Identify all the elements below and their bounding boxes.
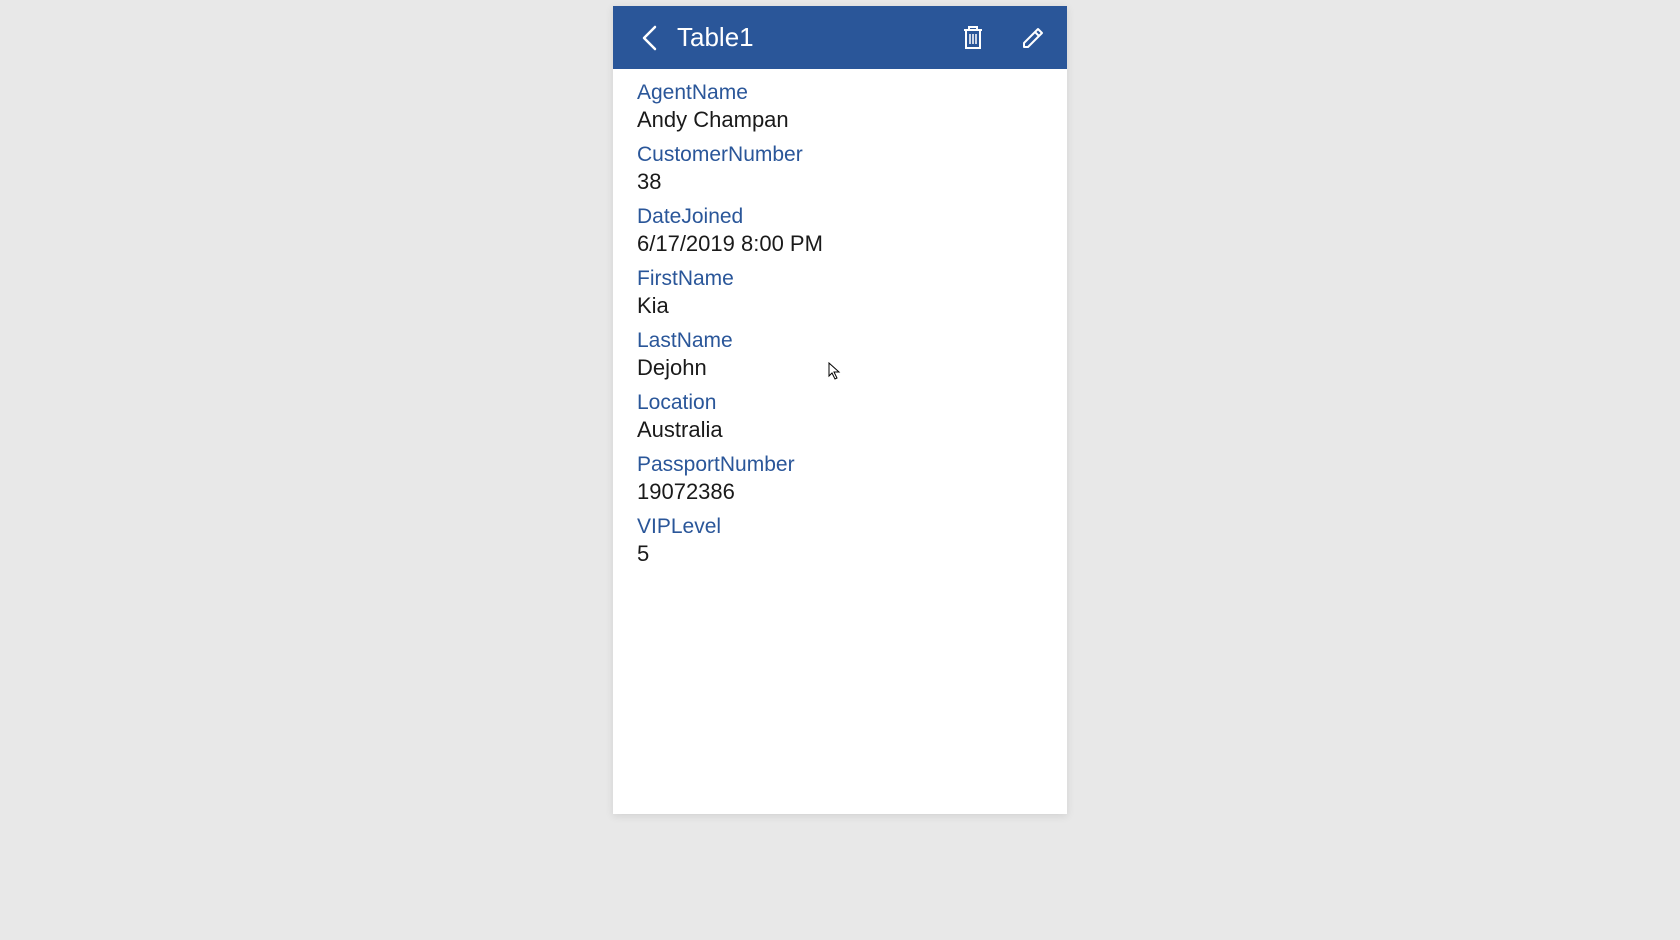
field-viplevel: VIPLevel 5 bbox=[637, 515, 1043, 567]
field-label: DateJoined bbox=[637, 205, 1043, 229]
field-customernumber: CustomerNumber 38 bbox=[637, 143, 1043, 195]
page-title: Table1 bbox=[677, 22, 957, 53]
back-button[interactable] bbox=[635, 24, 663, 52]
app-container: Table1 AgentName bbox=[613, 6, 1067, 814]
field-agentname: AgentName Andy Champan bbox=[637, 81, 1043, 133]
header-bar: Table1 bbox=[613, 6, 1067, 69]
field-label: PassportNumber bbox=[637, 453, 1043, 477]
detail-content: AgentName Andy Champan CustomerNumber 38… bbox=[613, 69, 1067, 814]
field-value: 5 bbox=[637, 541, 1043, 567]
field-datejoined: DateJoined 6/17/2019 8:00 PM bbox=[637, 205, 1043, 257]
field-value: 19072386 bbox=[637, 479, 1043, 505]
delete-button[interactable] bbox=[957, 22, 989, 54]
field-label: VIPLevel bbox=[637, 515, 1043, 539]
field-value: Andy Champan bbox=[637, 107, 1043, 133]
field-firstname: FirstName Kia bbox=[637, 267, 1043, 319]
field-lastname: LastName Dejohn bbox=[637, 329, 1043, 381]
field-label: Location bbox=[637, 391, 1043, 415]
field-value: Australia bbox=[637, 417, 1043, 443]
field-value: Dejohn bbox=[637, 355, 1043, 381]
chevron-left-icon bbox=[641, 25, 657, 51]
field-location: Location Australia bbox=[637, 391, 1043, 443]
field-value: 6/17/2019 8:00 PM bbox=[637, 231, 1043, 257]
field-label: AgentName bbox=[637, 81, 1043, 105]
field-label: LastName bbox=[637, 329, 1043, 353]
pencil-icon bbox=[1021, 26, 1045, 50]
field-label: CustomerNumber bbox=[637, 143, 1043, 167]
field-value: 38 bbox=[637, 169, 1043, 195]
trash-icon bbox=[962, 25, 984, 51]
field-passportnumber: PassportNumber 19072386 bbox=[637, 453, 1043, 505]
field-label: FirstName bbox=[637, 267, 1043, 291]
field-value: Kia bbox=[637, 293, 1043, 319]
edit-button[interactable] bbox=[1017, 22, 1049, 54]
header-actions bbox=[957, 22, 1049, 54]
